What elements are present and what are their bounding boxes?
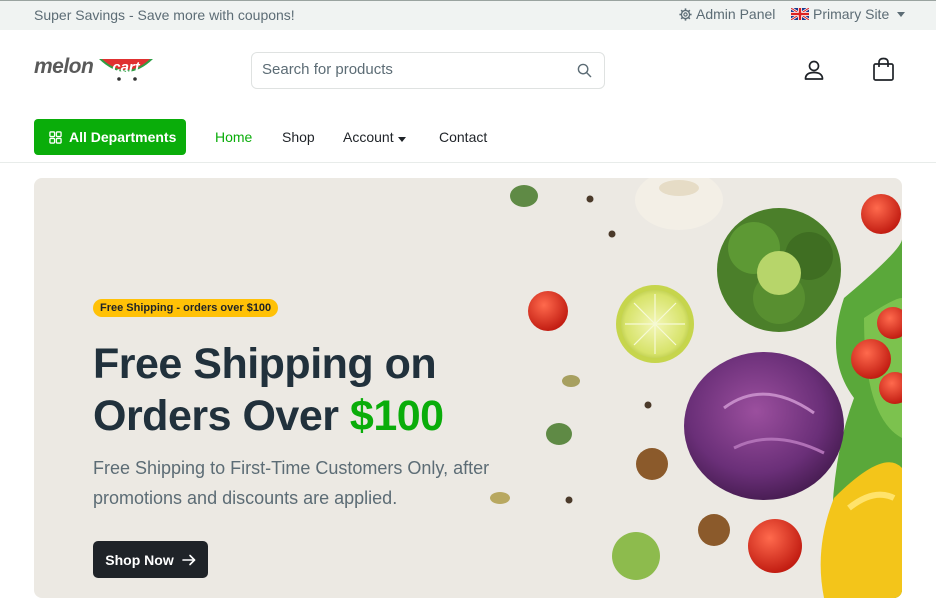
- logo-cart-text: cart: [112, 59, 141, 76]
- admin-panel-label: Admin Panel: [696, 6, 776, 22]
- site-selector[interactable]: Primary Site: [791, 6, 906, 22]
- user-icon[interactable]: [803, 59, 825, 81]
- chevron-down-icon: [397, 137, 406, 142]
- promo-text: Super Savings - Save more with coupons!: [34, 7, 295, 23]
- admin-panel-link[interactable]: Admin Panel: [679, 6, 775, 22]
- arrow-right-icon: [181, 554, 196, 565]
- nav-divider: [0, 162, 936, 163]
- hero-banner: Free Shipping - orders over $100 Free Sh…: [34, 178, 902, 598]
- search-icon[interactable]: [577, 63, 592, 78]
- all-departments-label: All Departments: [69, 129, 177, 145]
- nav-contact[interactable]: Contact: [439, 129, 487, 145]
- hero-title-line2: Orders Over: [93, 392, 350, 440]
- shopping-bag-icon[interactable]: [872, 57, 895, 82]
- top-bar: Super Savings - Save more with coupons! …: [0, 0, 936, 30]
- nav-account[interactable]: Account: [343, 129, 406, 145]
- all-departments-button[interactable]: All Departments: [34, 119, 186, 155]
- search-box[interactable]: [251, 52, 605, 89]
- chevron-down-icon: [897, 11, 906, 17]
- hero-title-line1: Free Shipping on: [93, 340, 437, 388]
- search-input[interactable]: [262, 61, 562, 78]
- hero-title-accent: $100: [349, 392, 444, 440]
- hero-subtitle: Free Shipping to First-Time Customers On…: [93, 458, 490, 508]
- nav-shop[interactable]: Shop: [282, 129, 315, 145]
- hero-title: Free Shipping on Orders Over $100: [93, 338, 513, 442]
- uk-flag-icon: [791, 8, 809, 20]
- nav-home[interactable]: Home: [215, 129, 252, 145]
- watermelon-cart-logo: cart: [99, 59, 153, 81]
- shop-now-button[interactable]: Shop Now: [93, 541, 208, 578]
- nav-account-label: Account: [343, 129, 394, 145]
- grid-icon: [49, 130, 62, 144]
- free-shipping-badge: Free Shipping - orders over $100: [93, 299, 279, 317]
- gear-icon: [679, 7, 692, 21]
- logo[interactable]: melon cart: [34, 53, 159, 87]
- logo-text: melon: [34, 55, 94, 78]
- shop-now-label: Shop Now: [105, 551, 174, 568]
- site-selector-label: Primary Site: [813, 6, 890, 22]
